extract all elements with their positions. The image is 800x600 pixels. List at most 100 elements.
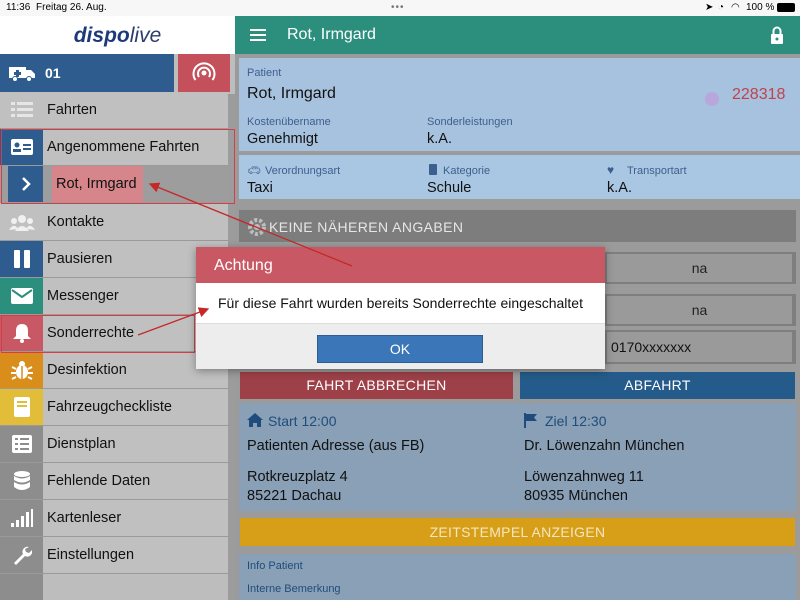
sonder-label: Sonderleistungen [427,116,513,128]
sidebar-item-label: Kontakte [47,214,105,230]
route-card: Start 12:00 Patienten Adresse (aus FB) R… [239,403,796,511]
ok-button[interactable]: OK [317,335,483,363]
home-icon [247,413,263,427]
transportart-label: Transportart [627,165,687,177]
lock-rotation-icon: ◔ [718,2,725,13]
dialog-footer: OK [196,323,605,369]
info-bar[interactable]: KEINE NÄHEREN ANGABEN [239,210,796,242]
wrench-icon [0,537,43,573]
show-timestamps-button[interactable]: ZEITSTEMPEL ANZEIGEN [240,518,795,546]
info-card: Info Patient Interne Bemerkung [239,554,796,600]
logo-main: dispo [73,24,130,47]
lock-icon[interactable] [770,26,784,44]
vehicle-selector[interactable]: 01 [0,54,174,92]
status-bar: 11:36 Freitag 26. Aug. ••• ➤ ◔ ◠ 100 % [0,0,800,16]
car-icon: 🚗︎ [247,165,261,177]
sidebar-item-label: Fehlende Daten [47,473,151,489]
envelope-icon [0,278,43,314]
sidebar-item-label: Messenger [47,288,119,304]
patient-name: Rot, Irmgard [247,85,336,102]
transport-card: 🚗︎ Verordnungsart Taxi Kategorie Schule … [239,155,800,199]
users-icon [0,204,43,240]
clipboard-icon [429,164,437,175]
vehicle-bar: 01 [0,54,235,92]
kategorie-value: Schule [427,180,472,196]
sidebar-item-einstellungen[interactable]: Einstellungen [0,537,228,574]
ambulance-icon [9,67,35,82]
list-icon [0,92,43,128]
ziel-street: Löwenzahnweg 11 [524,469,644,485]
patient-label: Patient [247,67,282,79]
battery-percent: 100 % [746,2,775,13]
dialog-message: Für diese Fahrt wurden bereits Sonderrec… [218,295,583,311]
status-time: 11:36 [6,2,31,13]
alert-dialog: Achtung Für diese Fahrt wurden bereits S… [196,247,605,369]
sidebar-item-label: Fahrzeugcheckliste [47,399,172,415]
sidebar-item-partial[interactable] [0,574,228,600]
sonder-value: k.A. [427,131,452,147]
kosten-value: Genehmigt [247,131,318,147]
sidebar-item-dienstplan[interactable]: Dienstplan [0,426,228,463]
patient-id: 228318 [732,86,786,103]
sidebar-item-label: Pausieren [47,251,113,267]
phone-field[interactable]: 0170xxxxxxx [607,332,792,362]
depart-button[interactable]: ABFAHRT [520,372,795,399]
heartbeat-icon: ♥ [607,163,615,177]
highlight-box-sonderrechte [1,315,195,353]
start-street: Rotkreuzplatz 4 [247,469,348,485]
status-dot [705,92,719,106]
sidebar-item-label: Dienstplan [47,436,116,452]
pause-icon [0,241,43,277]
wifi-icon: ◠ [731,2,740,13]
hamburger-menu-icon[interactable] [250,29,266,42]
sidebar-item-pausieren[interactable]: Pausieren [0,241,228,278]
radio-button[interactable] [178,54,230,92]
sidebar-item-label: Einstellungen [47,547,135,563]
start-name: Patienten Adresse (aus FB) [247,438,425,454]
info-patient-label: Info Patient [247,560,303,572]
menu-icon [0,574,43,600]
ziel-city: 80935 München [524,488,628,504]
database-icon [0,463,43,499]
sidebar-item-fahrten[interactable]: Fahrten [0,92,228,129]
sidebar-item-kontakte[interactable]: Kontakte [0,204,228,241]
info-bar-text: KEINE NÄHEREN ANGABEN [269,219,464,235]
page-title: Rot, Irmgard [287,26,376,43]
highlight-box-fahrten [1,129,235,204]
signal-icon [0,500,43,536]
ziel-name: Dr. Löwenzahn München [524,438,685,454]
logo-accent: live [129,24,162,47]
field-na-1[interactable]: na [607,254,792,282]
start-city: 85221 Dachau [247,488,342,504]
sidebar-item-kartenleser[interactable]: Kartenleser [0,500,228,537]
internal-remark-label: Interne Bemerkung [247,583,341,595]
kosten-label: Kostenübername [247,116,331,128]
sidebar-item-label: Desinfektion [47,362,127,378]
sidebar-item-label: Fahrten [47,102,97,118]
multitask-dots-icon[interactable]: ••• [391,2,405,13]
verordnung-label: Verordnungsart [265,165,341,177]
sidebar-item-fehlende-daten[interactable]: Fehlende Daten [0,463,228,500]
list-alt-icon [0,426,43,462]
location-icon: ➤ [705,2,714,13]
book-icon [0,389,43,425]
flag-icon [524,413,537,428]
patient-card: Patient Rot, Irmgard 228318 Kostenüberna… [239,58,800,151]
ziel-label: Ziel 12:30 [545,413,607,429]
gears-icon [248,218,266,236]
vehicle-number: 01 [45,65,61,81]
status-date: Freitag 26. Aug. [36,2,107,13]
battery-icon [777,3,795,12]
transportart-value: k.A. [607,180,632,196]
verordnung-value: Taxi [247,180,273,196]
app-logo: dispolive [0,16,235,54]
sidebar-item-fahrzeugcheckliste[interactable]: Fahrzeugcheckliste [0,389,228,426]
cancel-ride-button[interactable]: FAHRT ABBRECHEN [240,372,513,399]
kategorie-label: Kategorie [443,165,491,177]
bug-icon [0,352,43,388]
radio-signal-icon [192,62,216,81]
sidebar-item-desinfektion[interactable]: Desinfektion [0,352,228,389]
sidebar-item-label: Kartenleser [47,510,122,526]
field-na-2[interactable]: na [607,296,792,324]
sidebar-item-messenger[interactable]: Messenger [0,278,228,315]
